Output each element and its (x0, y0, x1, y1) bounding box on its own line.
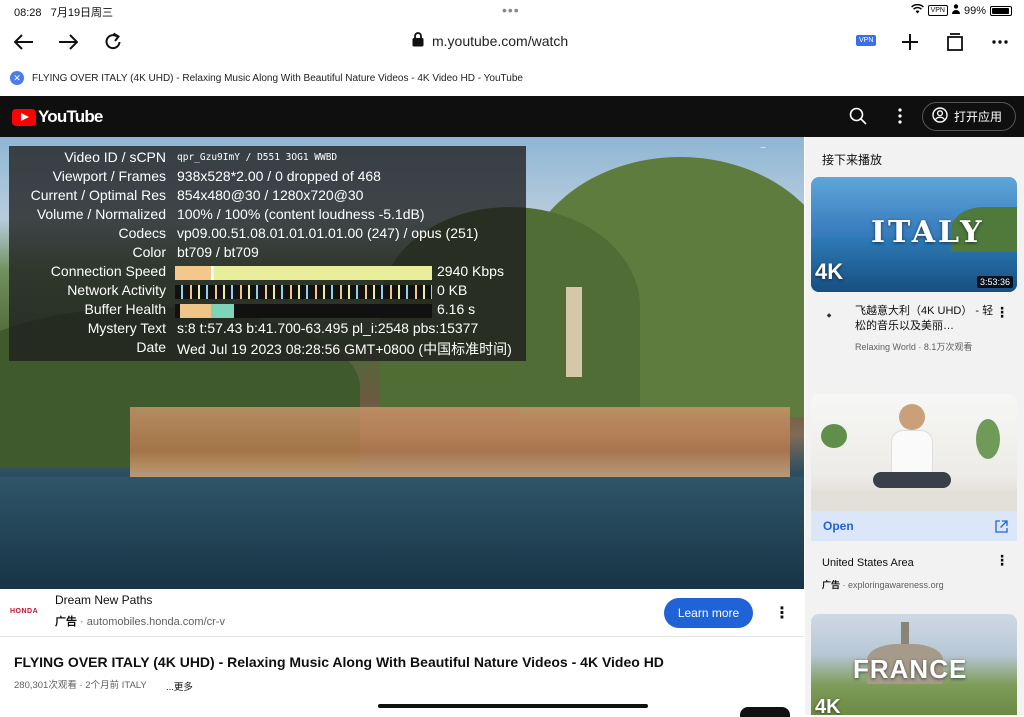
thumbnail-title-text: ITALY (871, 215, 985, 250)
honda-logo: HONDA (10, 608, 39, 615)
status-date: 7月19日周三 (50, 7, 114, 19)
url-text: m.youtube.com/watch (432, 33, 569, 49)
tabs-overview-icon[interactable] (941, 28, 969, 56)
duration-badge: 3:53:36 (976, 276, 1013, 288)
multitask-dots-icon[interactable]: ••• (502, 2, 520, 18)
youtube-header: YouTube 打开应用 (0, 96, 1024, 137)
home-indicator[interactable] (378, 704, 648, 708)
open-app-button[interactable]: 打开应用 (922, 102, 1016, 131)
video-meta: 280,301次观看 · 2个月前 ITALY (14, 680, 147, 691)
account-icon (932, 107, 948, 126)
ad-side-domain[interactable]: exploringawareness.org (848, 580, 944, 590)
stat-row: Date Wed Jul 19 2023 08:28:56 GMT+0800 (… (136, 339, 512, 357)
stat-row: Viewport / Frames 938x528*2.00 / 0 dropp… (52, 168, 381, 184)
ad-url[interactable]: automobiles.honda.com/cr-v (87, 616, 225, 628)
new-tab-plus-icon[interactable] (896, 28, 924, 56)
vpn-status-badge: VPN (927, 5, 948, 16)
thumbnail-title-text: FRANCE (853, 654, 968, 684)
ad-side-kebab-icon[interactable]: ⋮ (995, 552, 1009, 569)
open-ad-button[interactable]: Open (811, 511, 1017, 541)
video-player[interactable]: ~ Video ID / sCPN qpr_Gzu9ImY / D551 3OG… (0, 137, 804, 589)
header-kebab-icon[interactable] (898, 108, 902, 129)
address-bar[interactable]: m.youtube.com/watch (412, 32, 568, 50)
side-kebab-icon[interactable]: ⋮ (995, 304, 1009, 321)
video-title[interactable]: FLYING OVER ITALY (4K UHD) - Relaxing Mu… (14, 654, 664, 670)
youtube-play-icon (12, 108, 36, 126)
ad-title[interactable]: Dream New Paths (55, 593, 152, 607)
up-next-sidebar: 接下来播放 ITALY 4K 3:53:36 ◆ 飞越意大利（4K UHD） -… (805, 137, 1024, 715)
ad-banner[interactable]: HONDA Dream New Paths 广告 · automobiles.h… (0, 589, 804, 637)
battery-icon (990, 5, 1012, 16)
stat-row: Network Activity 0 KB (67, 282, 468, 299)
battery-percent: 99% (963, 4, 986, 17)
side-video-title[interactable]: 飞越意大利（4K UHD） - 轻松的音乐以及美丽… (855, 304, 995, 334)
stat-row: Mystery Text s:8 t:57.43 b:41.700-63.495… (87, 320, 479, 336)
4k-badge: 4K (815, 696, 841, 715)
ad-thumbnail[interactable] (811, 394, 1017, 511)
tab-strip: ✕ FLYING OVER ITALY (4K UHD) - Relaxing … (0, 68, 1024, 90)
stat-row: Current / Optimal Res 854x480@30 / 1280x… (30, 187, 364, 203)
learn-more-button[interactable]: Learn more (664, 598, 753, 628)
forward-arrow-icon[interactable] (54, 28, 82, 56)
show-more-link[interactable]: ...更多 (166, 679, 193, 693)
stats-for-nerds-panel: Video ID / sCPN qpr_Gzu9ImY / D551 3OG1 … (9, 146, 526, 361)
video-thumbnail[interactable]: ITALY 4K 3:53:36 (811, 177, 1017, 292)
ad-side-tag: 广告 (822, 580, 841, 590)
stat-row: Video ID / sCPN qpr_Gzu9ImY / D551 3OG1 … (64, 149, 338, 165)
video-watermark: ~ (760, 143, 766, 154)
wifi-icon (910, 3, 924, 17)
tab-title[interactable]: FLYING OVER ITALY (4K UHD) - Relaxing Mu… (32, 73, 523, 84)
close-tab-icon[interactable]: ✕ (10, 71, 24, 85)
network-activity-graph (175, 285, 432, 299)
floating-button[interactable] (740, 707, 790, 717)
browser-toolbar: m.youtube.com/watch VPN (0, 20, 1024, 64)
stat-row: Connection Speed 2940 Kbps (50, 263, 504, 280)
stat-row: Volume / Normalized 100% / 100% (content… (36, 206, 425, 222)
person-icon (951, 4, 960, 17)
ad-side-title[interactable]: United States Area (822, 557, 914, 569)
search-icon[interactable] (849, 107, 867, 130)
up-next-header: 接下来播放 (822, 153, 883, 167)
external-link-icon (995, 520, 1008, 533)
side-video-channel: Relaxing World · 8.1万次观看 (855, 342, 973, 352)
stat-row: Color bt709 / bt709 (132, 244, 259, 260)
more-menu-icon[interactable] (986, 28, 1014, 56)
back-arrow-icon[interactable] (10, 28, 38, 56)
connection-speed-graph (175, 266, 432, 280)
ad-kebab-icon[interactable]: ⋮ (774, 603, 790, 623)
youtube-logo[interactable]: YouTube (12, 107, 103, 127)
video-thumbnail[interactable]: FRANCE 4K (811, 614, 1017, 715)
lock-icon (412, 32, 424, 50)
4k-badge: 4K (815, 259, 844, 284)
ad-tag: 广告 (55, 616, 77, 628)
buffer-health-graph (175, 304, 432, 318)
vpn-button[interactable]: VPN (856, 35, 877, 46)
stat-row: Codecs vp09.00.51.08.01.01.01.01.00 (247… (118, 225, 479, 241)
stat-row: Buffer Health 6.16 s (84, 301, 476, 318)
status-time: 08:28 (14, 7, 42, 19)
channel-avatar[interactable]: ◆ (816, 312, 842, 330)
reload-icon[interactable] (99, 28, 127, 56)
status-bar: 08:28 7月19日周三 ••• VPN 99% (0, 0, 1024, 20)
